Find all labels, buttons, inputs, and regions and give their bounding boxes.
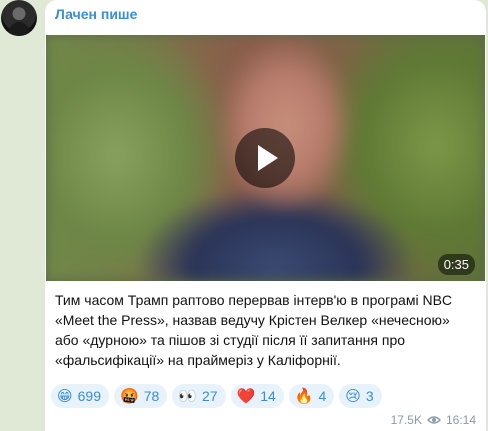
play-icon bbox=[258, 145, 278, 171]
channel-avatar[interactable] bbox=[1, 0, 37, 36]
reaction-angry[interactable]: 🤬 78 bbox=[114, 384, 168, 408]
reaction-eyes[interactable]: 👀 27 bbox=[172, 384, 226, 408]
fire-icon: 🔥 bbox=[294, 386, 314, 405]
reaction-count: 699 bbox=[77, 388, 101, 404]
angry-face-icon: 🤬 bbox=[120, 386, 139, 405]
reaction-count: 27 bbox=[201, 388, 218, 404]
reaction-count: 4 bbox=[318, 388, 327, 404]
message-text: Тим часом Трамп раптово перервав інтерв'… bbox=[55, 292, 453, 368]
reaction-count: 14 bbox=[260, 388, 276, 404]
reaction-grinning[interactable]: 😁 699 bbox=[51, 384, 109, 408]
play-button[interactable] bbox=[235, 128, 295, 188]
message-meta: 17.5K 16:14 bbox=[391, 413, 476, 427]
video-player[interactable]: 0:35 bbox=[46, 35, 485, 281]
heart-icon: ❤️ bbox=[236, 386, 256, 405]
message-bubble: Лачен пише 0:35 Тим часом Трамп раптово … bbox=[45, 0, 486, 431]
grinning-face-icon: 😁 bbox=[57, 386, 73, 405]
reaction-count: 78 bbox=[143, 388, 160, 404]
eye-icon bbox=[426, 416, 441, 424]
channel-name[interactable]: Лачен пише bbox=[55, 6, 137, 22]
message-time: 16:14 bbox=[445, 413, 476, 427]
reaction-count: 3 bbox=[365, 388, 374, 404]
reaction-fire[interactable]: 🔥 4 bbox=[288, 384, 335, 408]
reaction-heart[interactable]: ❤️ 14 bbox=[230, 384, 284, 408]
eyes-icon: 👀 bbox=[178, 386, 197, 405]
view-count: 17.5K bbox=[390, 413, 422, 427]
video-duration: 0:35 bbox=[437, 254, 475, 275]
reaction-sad[interactable]: 😢 3 bbox=[339, 384, 382, 408]
sad-face-icon: 😢 bbox=[345, 386, 361, 405]
reactions-bar: 😁 699 🤬 78 👀 27 ❤️ 14 🔥 4 😢 3 bbox=[51, 384, 382, 408]
